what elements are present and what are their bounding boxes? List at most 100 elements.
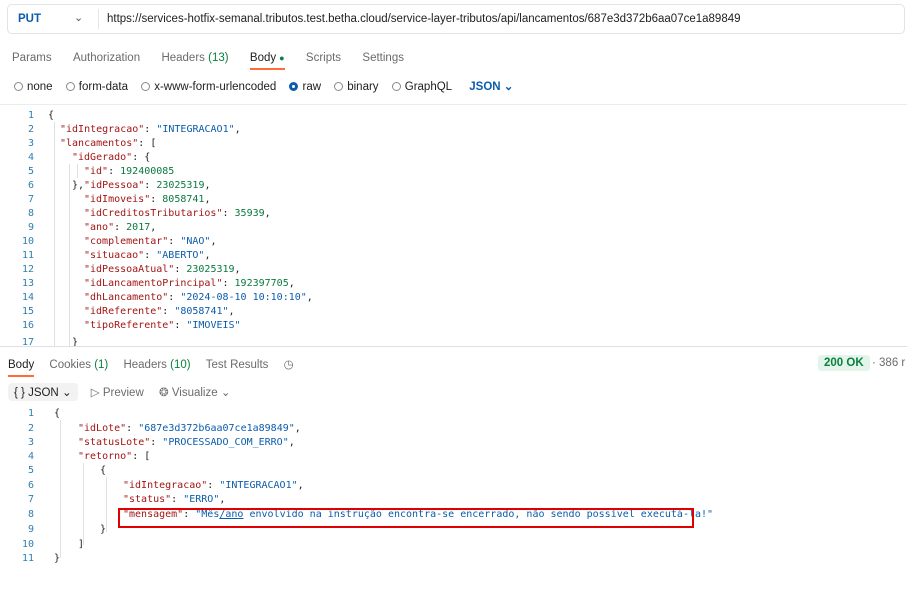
radio-form-data-label: form-data	[78, 81, 129, 93]
code-text: {	[54, 408, 61, 419]
json-key: "status"	[123, 494, 172, 505]
visualize-icon: ❂	[158, 387, 169, 399]
response-size[interactable]: · 386 r	[872, 357, 905, 369]
json-key: "retorno"	[78, 451, 133, 462]
radio-graphql[interactable]: GraphQL	[391, 81, 452, 93]
line-number: 10	[21, 236, 34, 247]
line-number: 16	[21, 320, 34, 331]
json-key: "idIntegracao"	[123, 480, 208, 491]
code-text: "id": 192400085	[84, 166, 175, 177]
json-key: "id"	[84, 166, 109, 177]
line-number: 1	[27, 110, 34, 121]
indent-guide	[60, 420, 61, 558]
json-key: "idPessoa"	[84, 180, 145, 191]
json-key: "ano"	[84, 222, 115, 233]
code-text: "ano": 2017,	[84, 222, 157, 233]
preview-button[interactable]: ▷ Preview	[91, 385, 144, 399]
format-select[interactable]: JSON ⌄	[469, 81, 513, 93]
method-select[interactable]: PUT	[18, 13, 41, 25]
line-number: 4	[27, 451, 34, 462]
json-key: "idPessoaAtual"	[84, 264, 175, 275]
response-headers-count: (10)	[170, 359, 191, 371]
response-tab-test-results[interactable]: Test Results	[206, 359, 269, 371]
line-number: 9	[27, 524, 34, 535]
code-text: "complementar": "NAO",	[84, 236, 217, 247]
json-value: 192397705	[234, 278, 289, 289]
status-badge[interactable]: 200 OK	[818, 355, 870, 371]
radio-urlencoded[interactable]: x-www-form-urlencoded	[141, 81, 276, 93]
request-tabs: Params Authorization Headers (13) Body ● …	[12, 50, 422, 70]
indent-guide	[69, 164, 70, 346]
indent-guide	[83, 463, 84, 545]
radio-none[interactable]: none	[14, 81, 53, 93]
line-number: 4	[27, 152, 34, 163]
tab-authorization[interactable]: Authorization	[73, 52, 140, 64]
json-value: "PROCESSADO_COM_ERRO"	[162, 437, 289, 448]
format-select-label: JSON	[469, 81, 501, 93]
line-number: 6	[27, 180, 34, 191]
response-tab-headers-label: Headers	[123, 359, 167, 371]
url-divider	[98, 9, 99, 29]
radio-none-label: none	[27, 81, 53, 93]
clock-icon[interactable]: ◷	[284, 357, 294, 371]
panel-divider[interactable]	[0, 346, 907, 347]
json-key: "idLancamentoPrincipal"	[84, 278, 223, 289]
code-text: "idImoveis": 8058741,	[84, 194, 211, 205]
radio-binary[interactable]: binary	[334, 81, 379, 93]
response-tab-headers[interactable]: Headers (10)	[123, 359, 190, 371]
divider	[0, 104, 907, 105]
line-number: 7	[27, 194, 34, 205]
line-number: 15	[21, 306, 34, 317]
error-highlight-box	[118, 508, 694, 528]
json-key: "statusLote"	[78, 437, 151, 448]
json-value: 23025319	[156, 180, 205, 191]
code-text: "idReferente": "8058741",	[84, 306, 235, 317]
radio-icon	[65, 82, 75, 91]
tab-params[interactable]: Params	[12, 52, 52, 64]
chevron-down-icon[interactable]: ⌄	[74, 11, 83, 24]
request-body-editor[interactable]: 1 { 2 "idIntegracao": "INTEGRACAO1", 3 "lan…	[0, 110, 907, 346]
tab-body[interactable]: Body ●	[249, 52, 285, 70]
code-text: "retorno": [	[78, 451, 151, 462]
chevron-down-icon: ⌄	[220, 387, 231, 399]
radio-icon	[334, 82, 344, 91]
indent-guide	[106, 477, 107, 532]
json-value: 23025319	[186, 264, 235, 275]
response-body-viewer[interactable]: 1 { 2 "idLote": "687e3d372b6aa07ce1a89849"…	[0, 408, 907, 573]
line-number: 5	[27, 166, 34, 177]
radio-raw[interactable]: raw	[289, 81, 321, 93]
response-tab-cookies[interactable]: Cookies (1)	[49, 359, 108, 371]
code-text: "idLote": "687e3d372b6aa07ce1a89849",	[78, 423, 301, 434]
json-value: "ERRO"	[183, 494, 220, 505]
url-input[interactable]: https://services-hotfix-semanal.tributos…	[107, 13, 741, 25]
line-number: 11	[21, 553, 34, 564]
line-number: 5	[27, 465, 34, 476]
json-key: "idGerado"	[72, 152, 133, 163]
radio-form-data[interactable]: form-data	[65, 81, 129, 93]
line-number: 2	[27, 423, 34, 434]
preview-label: Preview	[102, 387, 144, 399]
line-number: 10	[21, 539, 34, 550]
json-value: "INTEGRACAO1"	[219, 480, 298, 491]
code-text: "situacao": "ABERTO",	[84, 250, 211, 261]
line-number: 3	[27, 138, 34, 149]
json-value: 8058741	[162, 194, 205, 205]
response-format-select[interactable]: { } JSON ⌄	[8, 383, 78, 401]
response-size-text: 386 r	[879, 357, 906, 369]
request-url-bar: PUT ⌄ https://services-hotfix-semanal.tr…	[7, 4, 905, 34]
line-number: 12	[21, 264, 34, 275]
visualize-button[interactable]: ❂ Visualize ⌄	[159, 385, 231, 399]
json-value: "IMOVEIS"	[186, 320, 241, 331]
line-number: 2	[27, 124, 34, 135]
tab-scripts[interactable]: Scripts	[306, 52, 341, 64]
code-text: "statusLote": "PROCESSADO_COM_ERRO",	[78, 437, 295, 448]
tab-headers[interactable]: Headers (13)	[161, 52, 228, 64]
json-key: "idReferente"	[84, 306, 163, 317]
radio-selected-icon	[289, 82, 299, 91]
tab-settings[interactable]: Settings	[362, 52, 404, 64]
cookies-count: (1)	[94, 359, 109, 371]
line-number: 13	[21, 278, 34, 289]
indent-guide	[54, 122, 55, 346]
line-number: 14	[21, 292, 34, 303]
response-tab-body[interactable]: Body	[8, 359, 35, 377]
